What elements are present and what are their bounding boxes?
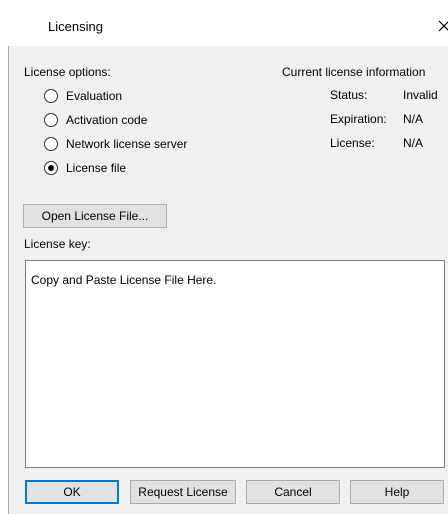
license-label: License: bbox=[330, 136, 375, 150]
radio-evaluation[interactable]: Evaluation bbox=[44, 87, 122, 105]
radio-circle[interactable] bbox=[44, 113, 58, 127]
request-license-button[interactable]: Request License bbox=[130, 480, 236, 504]
license-value: N/A bbox=[403, 136, 424, 150]
radio-circle-selected[interactable] bbox=[44, 161, 58, 175]
radio-license-file[interactable]: License file bbox=[44, 159, 126, 177]
cancel-button[interactable]: Cancel bbox=[246, 480, 340, 504]
radio-label: Evaluation bbox=[66, 89, 123, 103]
license-key-textarea[interactable]: Copy and Paste License File Here. bbox=[25, 260, 445, 468]
expiration-value: N/A bbox=[403, 112, 424, 126]
license-key-label: License key: bbox=[24, 237, 91, 251]
help-button[interactable]: Help bbox=[350, 480, 444, 504]
radio-circle[interactable] bbox=[44, 137, 58, 151]
radio-network-license-server[interactable]: Network license server bbox=[44, 135, 187, 153]
radio-activation-code[interactable]: Activation code bbox=[44, 111, 147, 129]
close-icon[interactable] bbox=[432, 14, 448, 38]
status-label: Status: bbox=[330, 88, 368, 102]
ok-button[interactable]: OK bbox=[25, 480, 119, 504]
title-bar: Licensing bbox=[8, 0, 448, 46]
status-value: Invalid bbox=[403, 88, 438, 102]
license-options-heading: License options: bbox=[24, 65, 111, 79]
expiration-label: Expiration: bbox=[330, 112, 387, 126]
radio-circle[interactable] bbox=[44, 89, 58, 103]
radio-label: Network license server bbox=[66, 137, 188, 151]
radio-label: License file bbox=[66, 161, 127, 175]
license-info-heading: Current license information bbox=[282, 65, 426, 79]
open-license-file-button[interactable]: Open License File... bbox=[23, 204, 167, 228]
window-title: Licensing bbox=[48, 19, 103, 34]
radio-label: Activation code bbox=[66, 113, 148, 127]
